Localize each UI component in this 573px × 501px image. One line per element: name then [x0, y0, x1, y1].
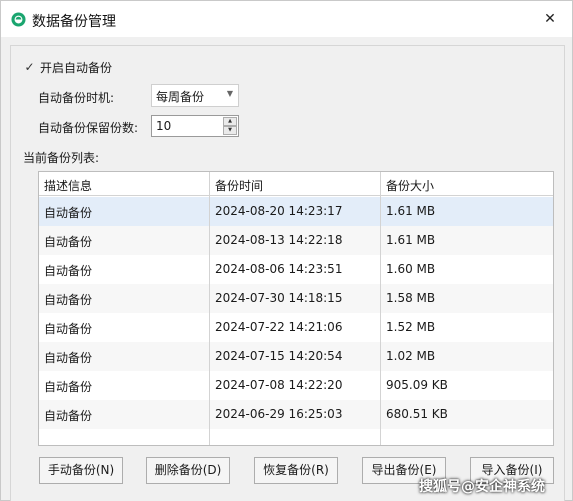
window-title: 数据备份管理 [32, 14, 116, 30]
backup-timing-select[interactable]: 每周备份 ▼ [151, 84, 239, 107]
cell-desc: 自动备份 [44, 380, 93, 394]
chevron-down-icon: ▼ [226, 89, 233, 98]
cell-time: 2024-07-08 14:22:20 [215, 378, 343, 392]
table-row[interactable]: 自动备份 2024-08-06 14:23:51 1.60 MB [39, 255, 553, 284]
cell-size: 680.51 KB [386, 407, 448, 421]
decrement-arrow-icon[interactable]: ▼ [223, 126, 237, 135]
cell-desc: 自动备份 [44, 235, 93, 249]
increment-arrow-icon[interactable]: ▲ [223, 117, 237, 126]
backup-timing-label: 自动备份时机: [38, 91, 115, 105]
restore-backup-button[interactable]: 恢复备份(R) [254, 457, 338, 484]
cell-time: 2024-07-30 14:18:15 [215, 291, 343, 305]
backup-table: 描述信息 备份时间 备份大小 自动备份 2024-08-20 14:23:17 1.… [38, 171, 554, 446]
cell-time: 2024-07-22 14:21:06 [215, 320, 343, 334]
app-logo-icon [11, 12, 26, 27]
column-divider [209, 172, 210, 445]
cell-desc: 自动备份 [44, 351, 93, 365]
cell-size: 1.52 MB [386, 320, 436, 334]
table-row[interactable]: 自动备份 2024-07-15 14:20:54 1.02 MB [39, 342, 553, 371]
cell-time: 2024-08-13 14:22:18 [215, 233, 343, 247]
cell-size: 1.60 MB [386, 262, 436, 276]
table-row[interactable]: 自动备份 2024-08-13 14:22:18 1.61 MB [39, 226, 553, 255]
column-header-desc[interactable]: 描述信息 [44, 177, 92, 194]
column-divider [380, 172, 381, 445]
cell-desc: 自动备份 [44, 264, 93, 278]
cell-size: 1.61 MB [386, 233, 436, 247]
table-row[interactable]: 自动备份 2024-08-20 14:23:17 1.61 MB [39, 197, 553, 226]
stepper-buttons: ▲ ▼ [223, 117, 237, 135]
delete-backup-button[interactable]: 删除备份(D) [146, 457, 230, 484]
table-row[interactable]: 自动备份 2024-06-29 16:25:03 680.51 KB [39, 400, 553, 429]
backup-dialog: 数据备份管理 ✕ ✓ 开启自动备份 自动备份时机: 每周备份 ▼ 自动备份保留份… [0, 0, 573, 501]
keep-count-value[interactable]: 10 [156, 119, 171, 133]
auto-backup-checkbox[interactable]: ✓ [23, 61, 36, 74]
table-row[interactable]: 自动备份 2024-07-22 14:21:06 1.52 MB [39, 313, 553, 342]
cell-desc: 自动备份 [44, 206, 93, 220]
cell-size: 1.58 MB [386, 291, 436, 305]
cell-time: 2024-06-29 16:25:03 [215, 407, 343, 421]
cell-desc: 自动备份 [44, 409, 93, 423]
cell-time: 2024-08-06 14:23:51 [215, 262, 343, 276]
keep-count-stepper[interactable]: 10 ▲ ▼ [151, 115, 239, 137]
cell-desc: 自动备份 [44, 293, 93, 307]
backup-list-label: 当前备份列表: [23, 151, 100, 165]
auto-backup-label[interactable]: 开启自动备份 [40, 59, 112, 76]
column-header-time[interactable]: 备份时间 [215, 177, 263, 194]
cell-desc: 自动备份 [44, 322, 93, 336]
cell-time: 2024-08-20 14:23:17 [215, 204, 343, 218]
cell-size: 1.61 MB [386, 204, 436, 218]
column-header-size[interactable]: 备份大小 [386, 177, 434, 194]
backup-timing-value: 每周备份 [156, 90, 205, 104]
close-button[interactable]: ✕ [540, 9, 560, 29]
table-row[interactable]: 自动备份 2024-07-08 14:22:20 905.09 KB [39, 371, 553, 400]
watermark-text: 搜狐号@安企神系统 [419, 479, 545, 495]
cell-time: 2024-07-15 14:20:54 [215, 349, 343, 363]
table-header: 描述信息 备份时间 备份大小 [39, 172, 553, 196]
cell-size: 1.02 MB [386, 349, 436, 363]
keep-count-label: 自动备份保留份数: [38, 121, 139, 135]
manual-backup-button[interactable]: 手动备份(N) [39, 457, 123, 484]
table-row[interactable]: 自动备份 2024-07-30 14:18:15 1.58 MB [39, 284, 553, 313]
cell-size: 905.09 KB [386, 378, 448, 392]
title-bar: 数据备份管理 ✕ [1, 1, 572, 37]
